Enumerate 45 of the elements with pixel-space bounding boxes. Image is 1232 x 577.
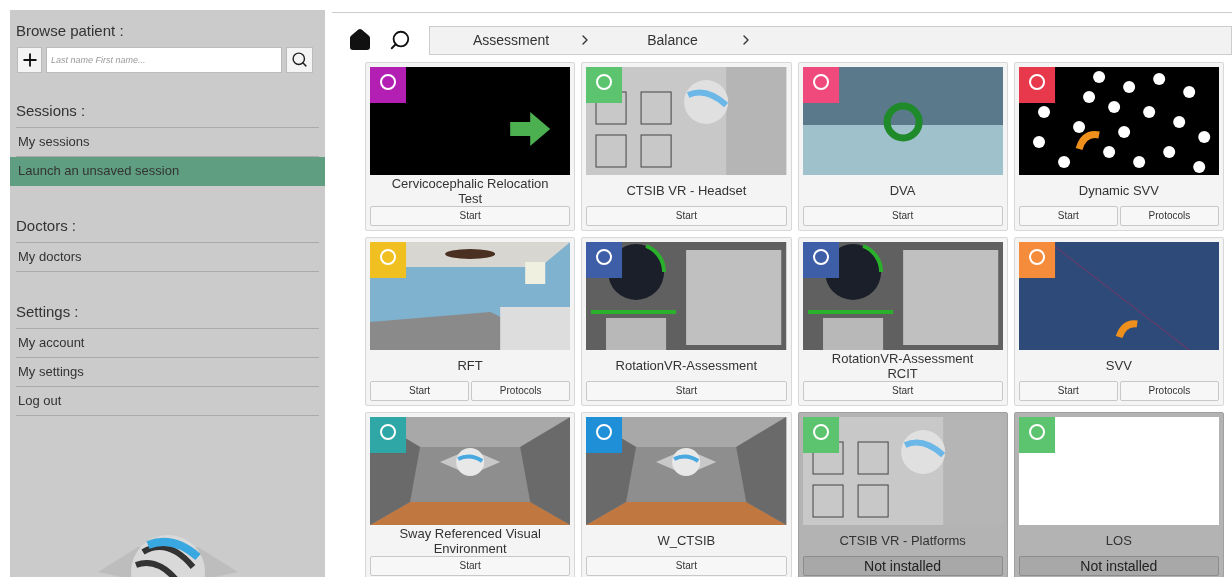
card-button[interactable]: Protocols	[1119, 206, 1219, 226]
card-button[interactable]: Start	[586, 206, 787, 226]
card-title: Sway Referenced Visual Environment	[398, 525, 542, 556]
card-title: Dynamic SVV	[1077, 183, 1160, 198]
breadcrumb-item[interactable]: Assessment	[473, 29, 550, 51]
status-button[interactable]: Not installed	[802, 556, 1003, 576]
card-button[interactable]: Start	[802, 381, 1003, 401]
card-title: CTSIB VR - Platforms	[838, 533, 967, 548]
sidebar-item[interactable]: My settings	[16, 357, 319, 387]
section-heading: Settings :	[16, 302, 79, 320]
card-title: LOS	[1104, 533, 1133, 548]
section-heading: Sessions :	[16, 101, 86, 119]
search-icon	[291, 51, 308, 68]
sidebar-item[interactable]: My account	[16, 328, 319, 358]
card-title: CTSIB VR - Headset	[625, 183, 748, 198]
card-button[interactable]: Start	[1018, 381, 1118, 401]
sidebar-item[interactable]: My doctors	[16, 242, 319, 272]
add-patient-button[interactable]	[17, 46, 42, 73]
search-icon[interactable]	[389, 29, 411, 51]
search-button[interactable]	[286, 46, 313, 73]
home-icon[interactable]	[348, 28, 372, 52]
card-button[interactable]: Protocols	[1119, 381, 1219, 401]
card-title: RotationVR-Assessment RCIT	[830, 350, 975, 381]
browse-title: Browse patient :	[16, 21, 125, 41]
breadcrumb-item[interactable]: Balance	[647, 29, 698, 51]
card-button[interactable]: Start	[370, 556, 571, 576]
card-title: RotationVR-Assessment	[614, 358, 759, 373]
card-title: W_CTSIB	[656, 533, 717, 548]
card-title: DVA	[888, 183, 917, 198]
card-button[interactable]: Start	[802, 206, 1003, 226]
sidebar-item[interactable]: Log out	[16, 386, 319, 416]
section-heading: Doctors :	[16, 216, 76, 234]
card-button[interactable]: Start	[370, 206, 571, 226]
card-button[interactable]: Protocols	[471, 381, 571, 401]
sidebar-item[interactable]: Launch an unsaved session	[10, 156, 325, 186]
card-button[interactable]: Start	[586, 381, 787, 401]
card-title: Cervicocephalic Relocation Test	[390, 175, 550, 206]
card-title: RFT	[456, 358, 484, 373]
sidebar-item[interactable]: My sessions	[16, 127, 319, 157]
status-button[interactable]: Not installed	[1018, 556, 1219, 576]
card-button[interactable]: Start	[586, 556, 787, 576]
card-title: SVV	[1104, 358, 1133, 373]
card-button[interactable]: Start	[370, 381, 470, 401]
search-field[interactable]: Last name First name...	[46, 46, 282, 73]
card-button[interactable]: Start	[1018, 206, 1118, 226]
